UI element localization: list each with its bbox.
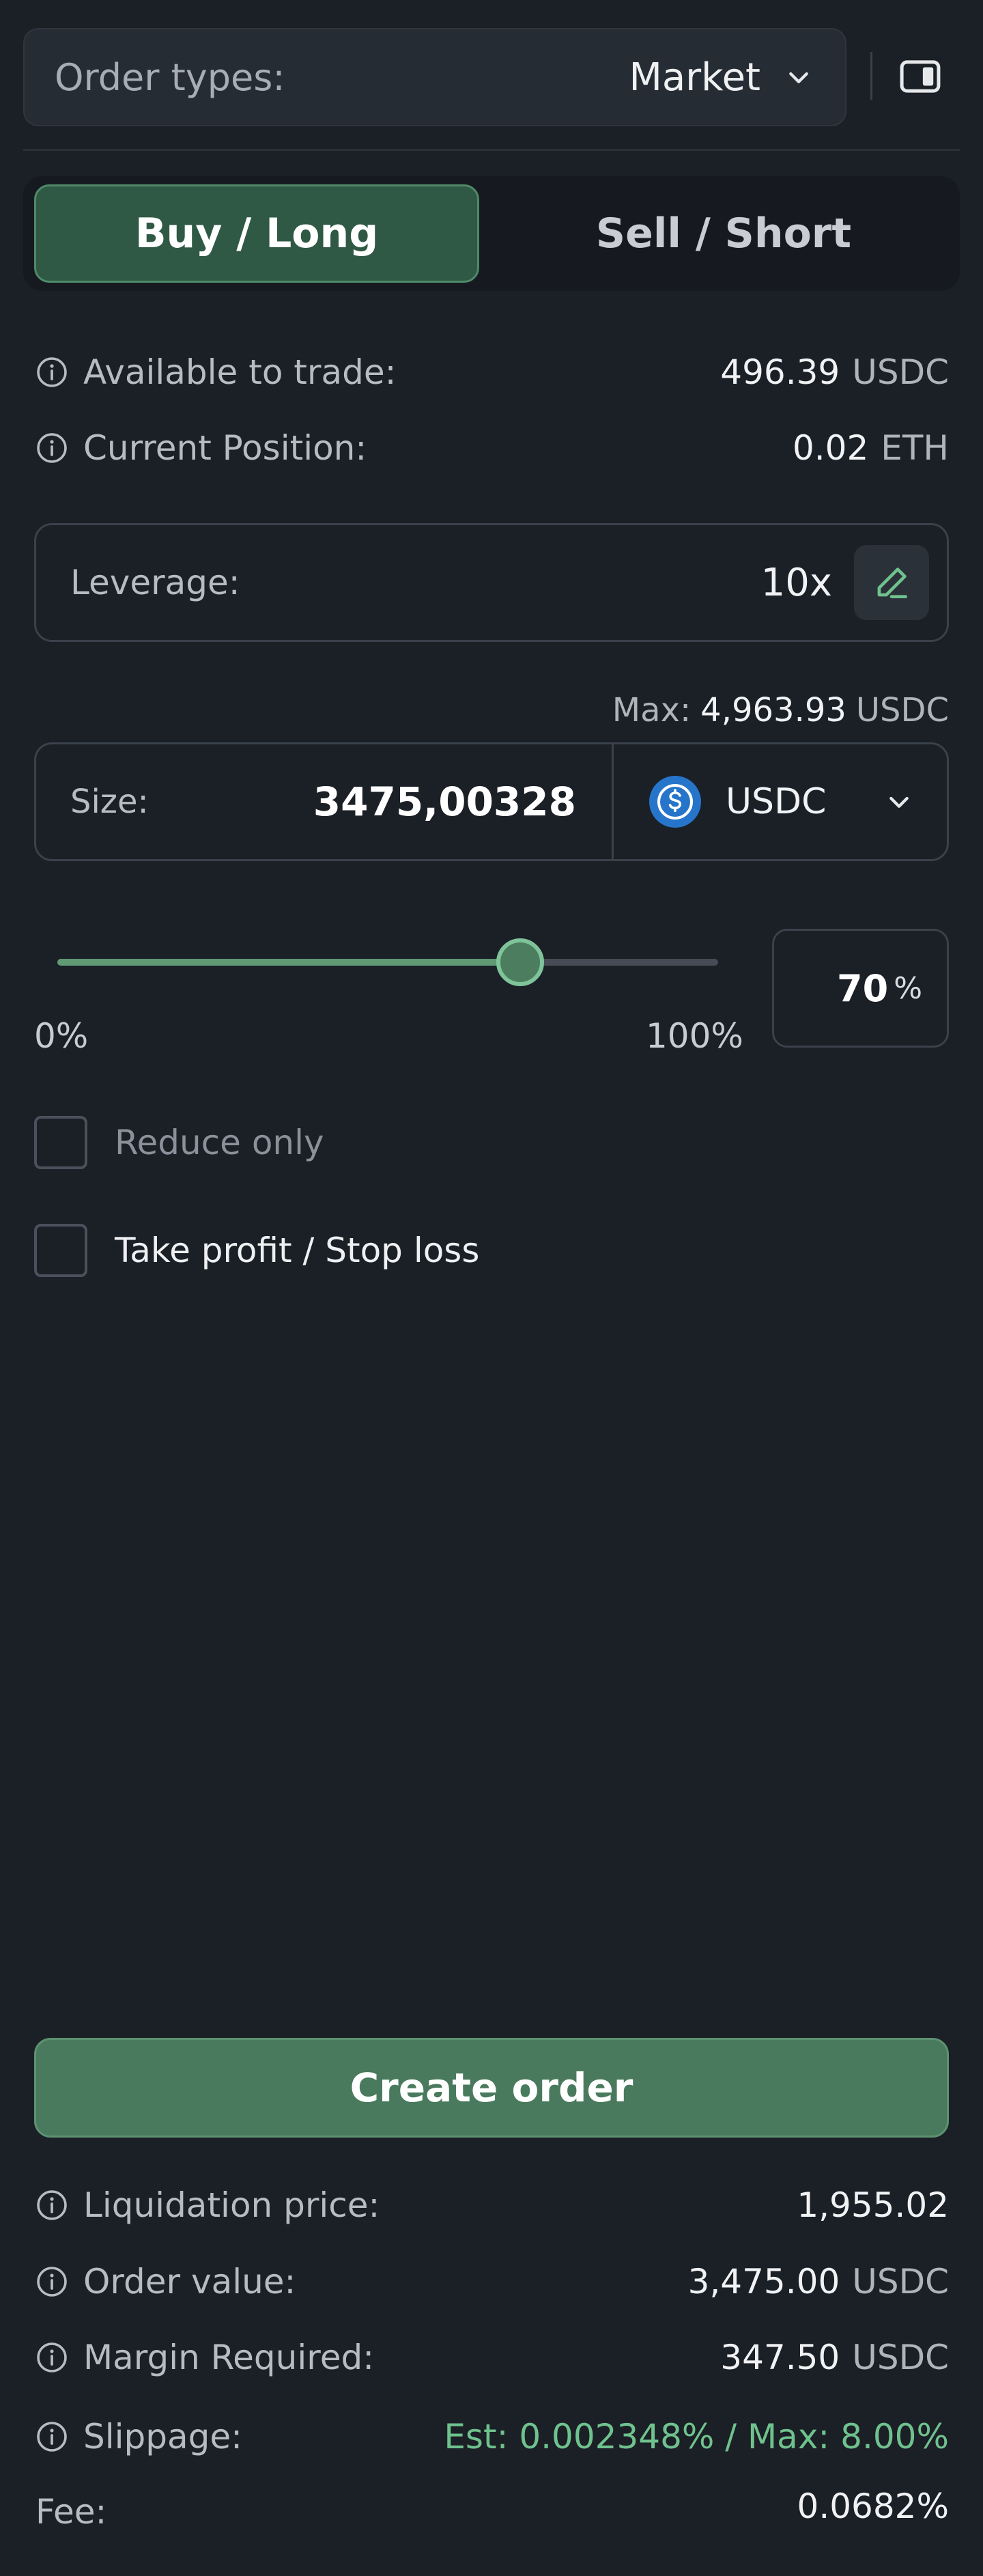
chevron-down-icon [789,72,808,83]
max-value: 4,963.93 [700,691,846,729]
slider-fill [57,959,520,966]
leverage-field: Leverage: 10x [34,523,949,642]
order-value-label: Order value: [83,2262,296,2301]
slider-min-label: 0% [34,1016,89,1056]
size-label: Size: [70,783,149,821]
order-type-value: Market [629,55,761,100]
fee-row: Fee: 0.0682% [35,2487,949,2536]
size-field: Size: USDC [34,742,949,861]
reduce-only-label: Reduce only [115,1123,324,1162]
usdc-icon [649,776,701,828]
order-type-select[interactable]: Order types: Market [23,28,846,126]
fee-label: Fee: [35,2492,107,2532]
size-slider[interactable] [57,938,718,986]
liquidation-label: Liquidation price: [83,2185,380,2225]
create-order-button[interactable]: Create order [34,2038,949,2138]
pencil-icon [877,568,907,598]
info-icon[interactable] [35,2341,68,2374]
slippage-value[interactable]: Est: 0.002348% / Max: 8.00% [444,2417,949,2456]
percent-input[interactable]: 70 % [772,929,949,1048]
position-row: Current Position: 0.02 ETH [35,424,949,472]
leverage-value: 10x [760,560,832,605]
slider-thumb[interactable] [496,938,544,986]
header-divider [870,52,872,100]
max-label: Max: [612,691,692,729]
info-icon[interactable] [35,2189,68,2222]
margin-label: Margin Required: [83,2338,375,2377]
margin-unit: USDC [852,2338,949,2377]
max-unit: USDC [855,691,949,729]
slippage-row: Slippage: Est: 0.002348% / Max: 8.00% [35,2413,949,2461]
reduce-only-checkbox[interactable] [34,1116,87,1169]
percent-value: 70 [837,966,889,1010]
side-toggle: Buy / Long Sell / Short [23,176,960,291]
order-value-row: Order value: 3,475.00 USDC [35,2258,949,2306]
order-value: 3,475.00 [687,2262,840,2301]
order-type-label: Order types: [55,55,285,99]
header-separator [23,149,960,151]
available-value: 496.39 [720,352,840,392]
percent-symbol: % [894,970,922,1006]
currency-select[interactable]: USDC [614,744,947,859]
info-icon[interactable] [35,432,68,464]
chevron-down-icon [889,796,909,808]
size-input[interactable] [250,778,578,826]
slider-max-label: 100% [646,1016,743,1056]
tpsl-label: Take profit / Stop loss [115,1231,480,1270]
buy-long-tab[interactable]: Buy / Long [34,184,479,283]
available-label: Available to trade: [83,352,397,392]
liquidation-value: 1,955.02 [797,2185,949,2225]
panel-toggle-icon[interactable] [898,59,942,94]
sell-short-tab[interactable]: Sell / Short [501,184,946,283]
position-value: 0.02 [792,428,869,468]
edit-leverage-button[interactable] [854,545,929,620]
liquidation-row: Liquidation price: 1,955.02 [35,2181,949,2229]
margin-value: 347.50 [720,2338,840,2377]
position-label: Current Position: [83,428,367,468]
fee-value: 0.0682% [797,2487,949,2526]
currency-label: USDC [726,781,827,822]
info-icon[interactable] [35,2265,68,2298]
available-unit: USDC [852,352,949,392]
order-value-unit: USDC [852,2262,949,2301]
max-size: Max: 4,963.93 USDC [612,691,949,729]
info-icon[interactable] [35,356,68,389]
tpsl-checkbox[interactable] [34,1224,87,1277]
info-icon[interactable] [35,2420,68,2453]
margin-row: Margin Required: 347.50 USDC [35,2334,949,2381]
available-row: Available to trade: 496.39 USDC [35,348,949,396]
tpsl-option[interactable]: Take profit / Stop loss [34,1224,479,1277]
leverage-label: Leverage: [70,563,240,602]
slippage-label: Slippage: [83,2417,242,2456]
reduce-only-option[interactable]: Reduce only [34,1116,324,1169]
position-unit: ETH [881,428,949,468]
